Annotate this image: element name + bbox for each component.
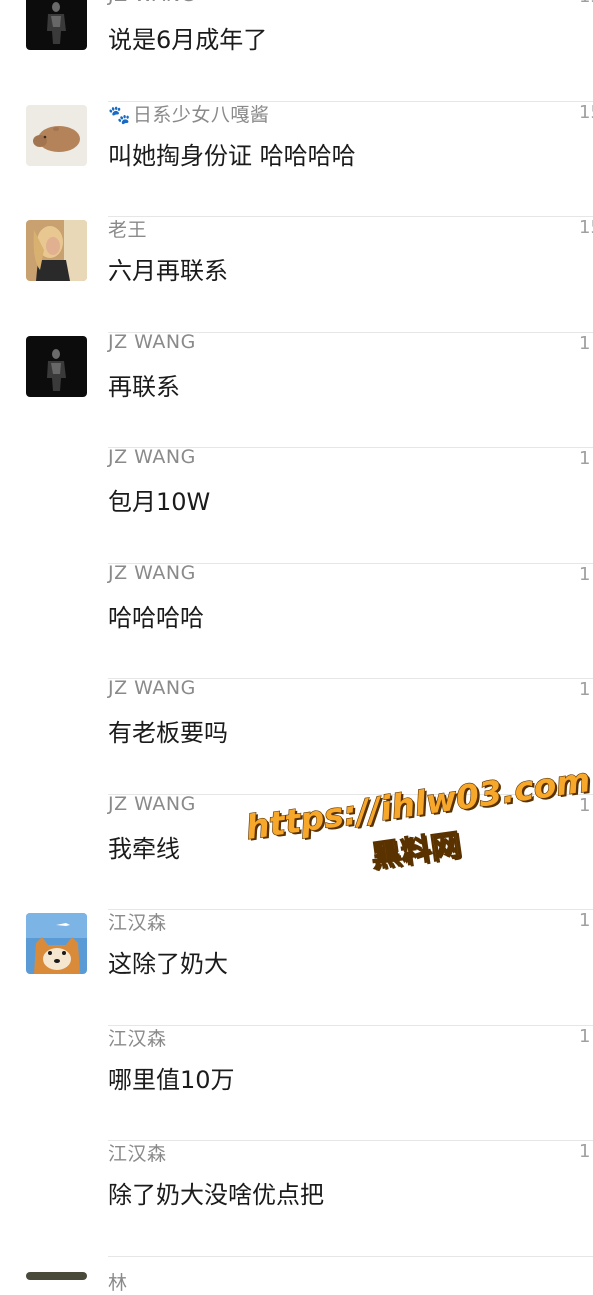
sender-name-text: 江汉森 xyxy=(108,1027,167,1050)
message-text: 叫她掏身份证 哈哈哈哈 xyxy=(108,141,356,170)
message-time: 1 xyxy=(579,563,591,585)
avatar[interactable] xyxy=(26,913,87,974)
message-row[interactable]: JZ WANG 哈哈哈哈 1 xyxy=(0,562,593,679)
message-row[interactable]: JZ WANG 说是6月成年了 15 xyxy=(0,0,593,102)
message-time: 1 xyxy=(579,679,591,700)
sender-name-text: JZ WANG xyxy=(108,561,196,584)
message-time: 15 xyxy=(579,0,593,7)
message-row[interactable]: 江汉森哪里值10万 1 xyxy=(0,1024,593,1141)
message-list[interactable]: JZ WANG说是6月成年了15🐾日系少女八嘎酱叫她掏身份证 哈哈哈哈15老王六… xyxy=(0,0,593,1257)
avatar[interactable] xyxy=(26,335,87,397)
paw-icon: 🐾 xyxy=(108,104,131,126)
separator xyxy=(108,1255,593,1257)
sender-name: JZ WANG xyxy=(108,331,196,353)
message-time: 1 xyxy=(579,448,591,469)
message-text: 哈哈哈哈 xyxy=(108,603,204,632)
sender-name-text: 江汉森 xyxy=(108,912,167,934)
message-text: 包月10W xyxy=(108,488,211,516)
message-time: 15 xyxy=(579,101,593,123)
avatar[interactable] xyxy=(26,220,87,281)
message-row[interactable]: 江汉森这除了奶大 1 xyxy=(0,910,593,1026)
message-row-partial[interactable]: 林 xyxy=(0,1262,593,1294)
sender-name: JZ WANG xyxy=(108,793,196,815)
message-text: 哪里值10万 xyxy=(108,1065,235,1094)
sender-name: 江汉森 xyxy=(108,1024,167,1051)
message-time: 15 xyxy=(579,217,593,238)
message-text: 我牵线 xyxy=(108,834,180,863)
message-text: 说是6月成年了 xyxy=(108,26,268,54)
message-row[interactable]: JZ WANG 包月10W 1 xyxy=(0,446,593,564)
sender-name-text: JZ WANG xyxy=(108,0,196,6)
message-time: 1 xyxy=(579,910,591,931)
sender-name: 林 xyxy=(108,1272,128,1294)
message-time: 1 xyxy=(579,1141,591,1162)
message-text: 这除了奶大 xyxy=(108,950,228,978)
message-row[interactable]: 🐾日系少女八嘎酱叫她掏身份证 哈哈哈哈 15 xyxy=(0,100,593,217)
message-text: 有老板要吗 xyxy=(108,719,228,747)
message-row[interactable]: JZ WANG 再联系 1 xyxy=(0,331,593,448)
message-time: 1 xyxy=(579,1025,591,1047)
avatar[interactable] xyxy=(26,104,87,166)
sender-name: JZ WANG xyxy=(108,0,196,6)
sender-name-text: 江汉森 xyxy=(108,1143,167,1165)
sender-name-text: 日系少女八嘎酱 xyxy=(132,103,270,126)
message-text: 再联系 xyxy=(108,372,180,401)
sender-name-text: JZ WANG xyxy=(108,446,196,468)
sender-name-text: JZ WANG xyxy=(108,677,196,699)
message-time: 1 xyxy=(579,332,591,354)
sender-name-text: 老王 xyxy=(108,219,148,241)
avatar[interactable] xyxy=(26,0,87,50)
sender-name: 🐾 日系少女八嘎酱 xyxy=(108,100,269,127)
message-row[interactable]: 老王六月再联系 15 xyxy=(0,217,593,333)
message-text: 六月再联系 xyxy=(108,257,228,285)
sender-name-text: JZ WANG xyxy=(108,792,196,815)
avatar[interactable] xyxy=(26,1272,87,1280)
sender-name: JZ WANG xyxy=(108,677,196,699)
sender-name: 老王 xyxy=(108,215,147,242)
sender-name: JZ WANG xyxy=(108,446,196,468)
message-text: 除了奶大没啥优点把 xyxy=(108,1181,324,1209)
sender-name: 江汉森 xyxy=(108,1139,167,1166)
sender-name: JZ WANG xyxy=(108,562,196,584)
sender-name-text: JZ WANG xyxy=(108,330,196,353)
sender-name: 江汉森 xyxy=(108,908,167,935)
message-row[interactable]: 江汉森除了奶大没啥优点把 1 xyxy=(0,1141,593,1257)
